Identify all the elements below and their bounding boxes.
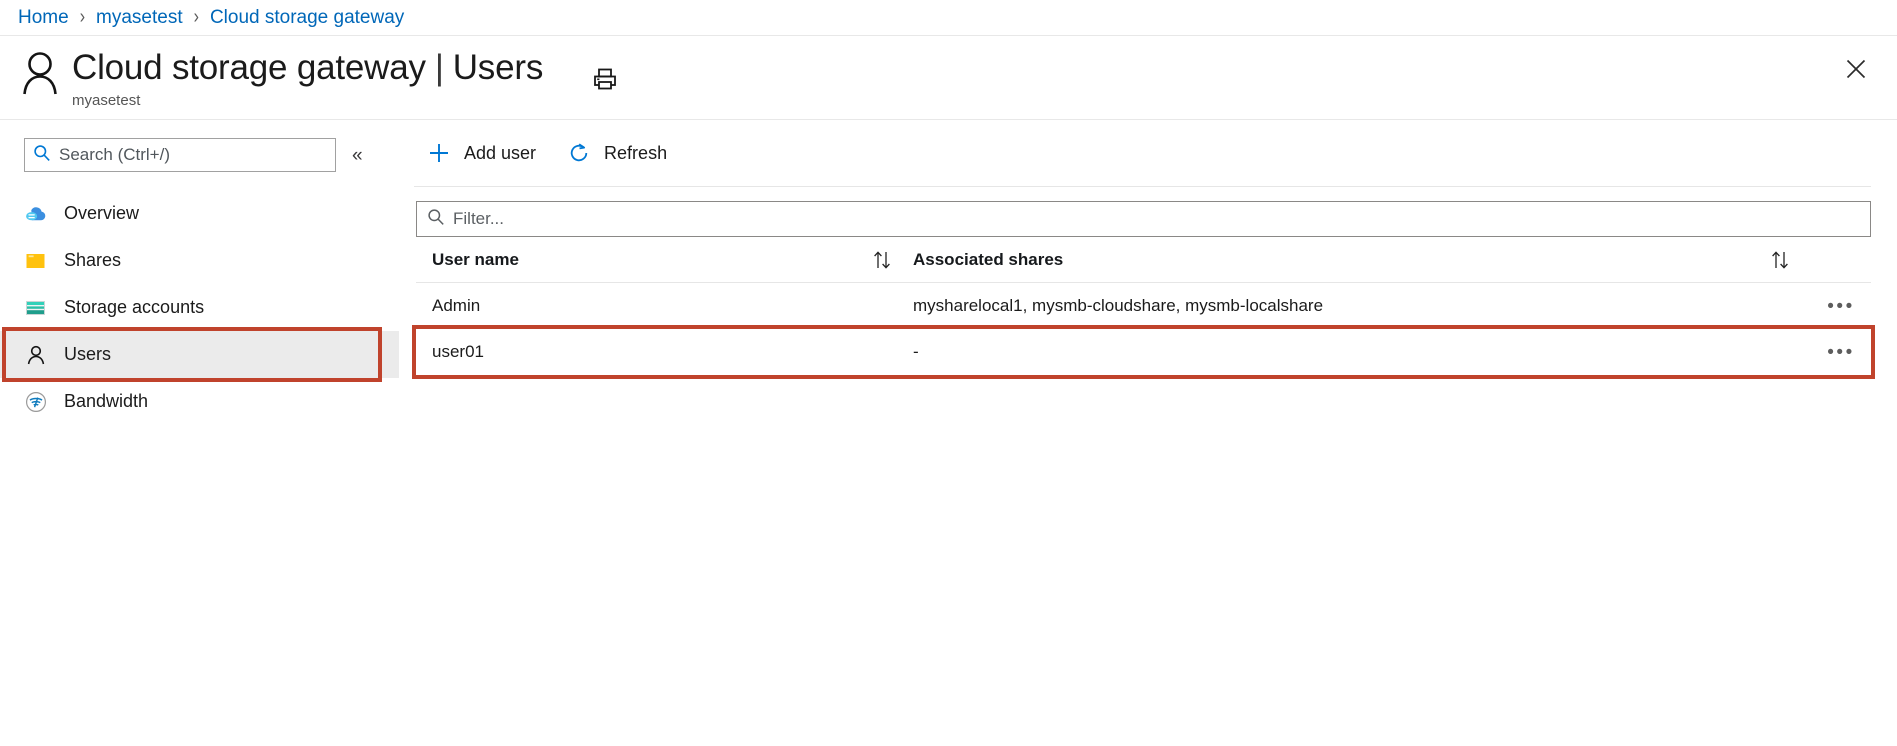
page-title: Cloud storage gateway: [72, 46, 426, 90]
content-area: Search (Ctrl+/) « Overview: [0, 120, 1897, 746]
print-icon[interactable]: [589, 63, 621, 95]
filter-row: Filter...: [400, 187, 1897, 237]
breadcrumb: Home › myasetest › Cloud storage gateway: [0, 0, 1897, 36]
column-header-user-name[interactable]: User name: [416, 250, 853, 270]
breadcrumb-item-myasetest[interactable]: myasetest: [96, 7, 183, 29]
cell-user-name: user01: [416, 342, 853, 362]
collapse-sidebar-icon[interactable]: «: [352, 146, 363, 165]
sidebar-item-label: Overview: [64, 203, 139, 224]
column-header-associated-shares[interactable]: Associated shares: [913, 250, 1751, 270]
breadcrumb-separator: ›: [194, 6, 199, 29]
sidebar-item-bandwidth[interactable]: Bandwidth: [0, 378, 399, 425]
refresh-icon: [566, 140, 592, 166]
person-icon: [18, 46, 62, 98]
page-header: Cloud storage gateway | Users myasetest: [0, 36, 1897, 120]
breadcrumb-item-home[interactable]: Home: [18, 7, 69, 29]
sidebar: Search (Ctrl+/) « Overview: [0, 120, 400, 746]
title-separator: |: [435, 46, 444, 90]
sidebar-item-label: Storage accounts: [64, 297, 204, 318]
row-actions-button[interactable]: •••: [1811, 297, 1871, 316]
cell-associated-shares: -: [913, 342, 1751, 362]
breadcrumb-separator: ›: [80, 6, 85, 29]
cloud-icon: [24, 202, 48, 226]
filter-input[interactable]: Filter...: [416, 201, 1871, 237]
search-placeholder: Search (Ctrl+/): [59, 145, 170, 165]
row-actions-button[interactable]: •••: [1811, 343, 1871, 362]
breadcrumb-item-cloud-storage-gateway[interactable]: Cloud storage gateway: [210, 7, 404, 29]
table-header-row: User name Associated shares: [416, 237, 1871, 283]
cell-associated-shares: mysharelocal1, mysmb-cloudshare, mysmb-l…: [913, 296, 1751, 316]
page-section-title: Users: [453, 46, 543, 90]
refresh-button[interactable]: Refresh: [566, 133, 667, 173]
refresh-label: Refresh: [604, 143, 667, 164]
bandwidth-icon: [24, 390, 48, 414]
close-icon[interactable]: [1839, 52, 1873, 86]
sidebar-search-row: Search (Ctrl+/) «: [0, 138, 399, 172]
toolbar: Add user Refresh: [400, 120, 1897, 186]
person-icon: [24, 343, 48, 367]
sidebar-item-label: Bandwidth: [64, 391, 148, 412]
ellipsis-icon: •••: [1827, 297, 1854, 316]
table-row[interactable]: Admin mysharelocal1, mysmb-cloudshare, m…: [416, 283, 1871, 329]
sort-arrows-icon[interactable]: [853, 249, 913, 271]
users-table: User name Associated shares: [416, 237, 1871, 375]
sidebar-item-overview[interactable]: Overview: [0, 190, 399, 237]
sidebar-item-users[interactable]: Users: [0, 331, 399, 378]
filter-placeholder: Filter...: [453, 209, 504, 229]
add-user-label: Add user: [464, 143, 536, 164]
search-icon: [33, 144, 51, 167]
ellipsis-icon: •••: [1827, 343, 1854, 362]
cell-user-name: Admin: [416, 296, 853, 316]
page-subtitle: myasetest: [72, 92, 543, 110]
table-row[interactable]: user01 - •••: [416, 329, 1871, 375]
storage-account-icon: [24, 296, 48, 320]
sidebar-item-shares[interactable]: Shares: [0, 237, 399, 284]
title-block: Cloud storage gateway | Users myasetest: [72, 46, 543, 110]
search-icon: [427, 208, 445, 231]
sidebar-item-storage-accounts[interactable]: Storage accounts: [0, 284, 399, 331]
main-panel: Add user Refresh: [400, 120, 1897, 746]
search-input[interactable]: Search (Ctrl+/): [24, 138, 336, 172]
sort-arrows-icon[interactable]: [1751, 249, 1811, 271]
folder-icon: [24, 249, 48, 273]
sidebar-item-label: Shares: [64, 250, 121, 271]
plus-icon: [426, 140, 452, 166]
add-user-button[interactable]: Add user: [426, 133, 536, 173]
sidebar-item-label: Users: [64, 344, 111, 365]
